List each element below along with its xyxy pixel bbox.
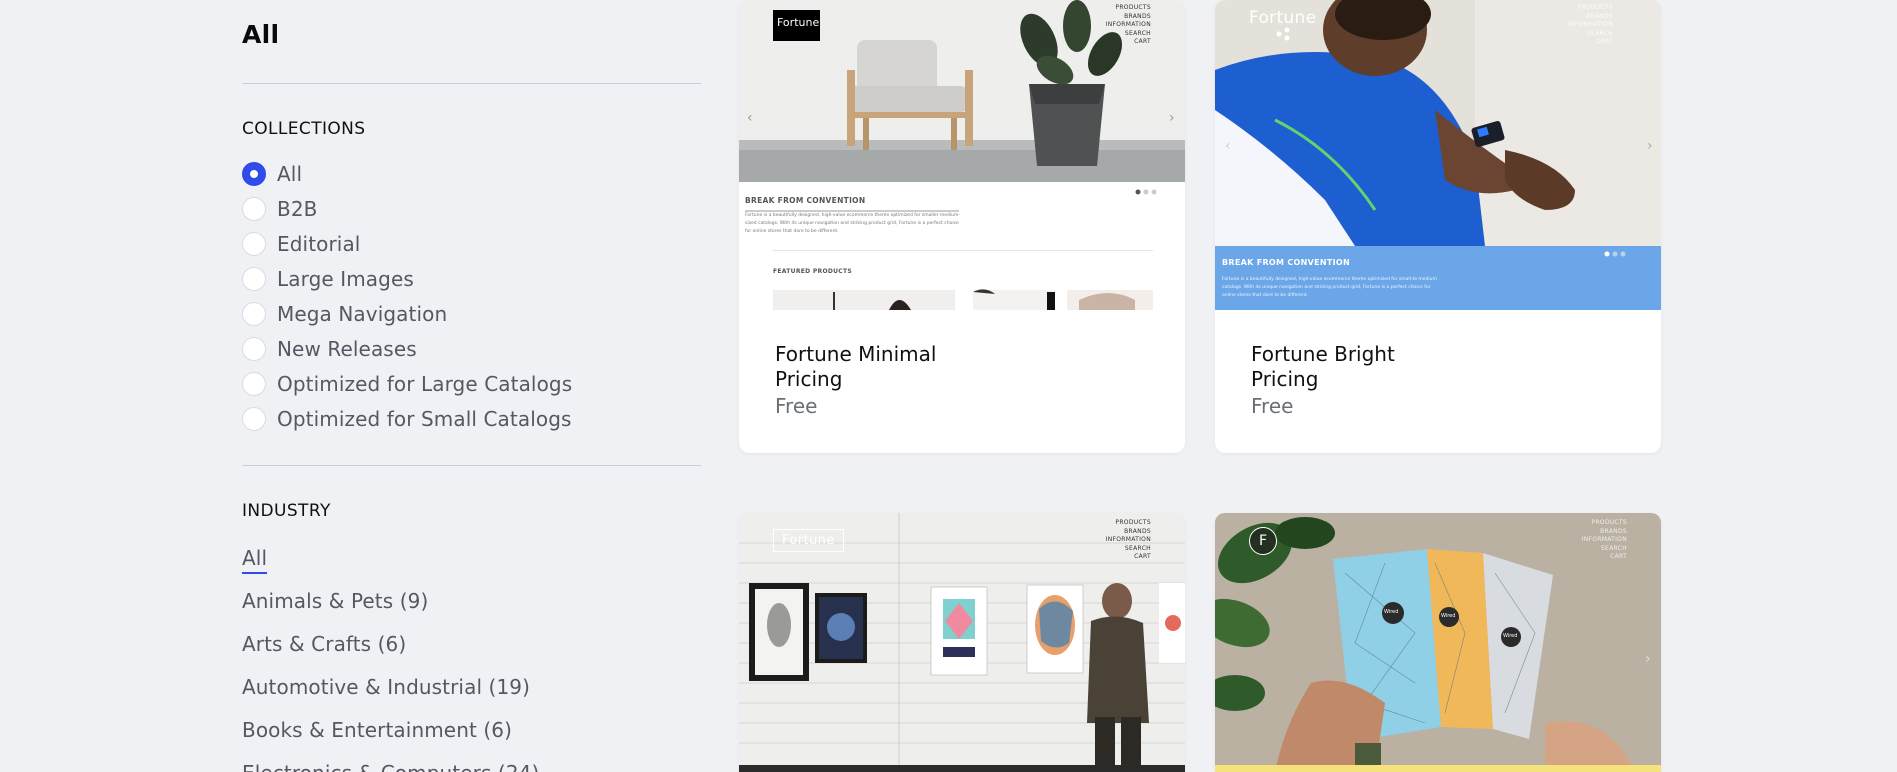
industry-item-automotive-industrial[interactable]: Automotive & Industrial (19) bbox=[242, 675, 539, 718]
preview-nav-item: PRODUCTS bbox=[1115, 519, 1151, 526]
preview-nav-item: INFORMATION bbox=[1105, 21, 1151, 28]
theme-preview-image[interactable]: ‹ › Fortune PRODUCTS BRANDS INFORMATION … bbox=[1215, 0, 1661, 310]
collection-option-large-images[interactable]: Large Images bbox=[242, 261, 572, 296]
preview-nav-item: SEARCH bbox=[1600, 544, 1627, 552]
divider bbox=[242, 83, 701, 84]
radio-button[interactable] bbox=[242, 231, 266, 256]
industry-item-label: Automotive & Industrial (19) bbox=[242, 675, 531, 699]
theme-preview-image[interactable]: › F PRODUCTS BRANDS INFORMATION SEARCH C… bbox=[1215, 513, 1661, 772]
preview-logo: F bbox=[1249, 527, 1277, 555]
notebook-label: Wired bbox=[1384, 609, 1399, 615]
preview-headline: BREAK FROM CONVENTION bbox=[745, 196, 866, 205]
notebook-label: Wired bbox=[1441, 613, 1456, 619]
preview-logo: Fortune bbox=[773, 10, 820, 41]
theme-card-fortune-bright[interactable]: ‹ › Fortune PRODUCTS BRANDS INFORMATION … bbox=[1215, 0, 1661, 453]
radio-label: Editorial bbox=[277, 231, 361, 256]
preview-nav: PRODUCTS BRANDS INFORMATION SEARCH CART bbox=[1106, 4, 1151, 47]
preview-nav-item: BRANDS bbox=[1600, 527, 1627, 535]
theme-title[interactable]: Fortune Bright Pricing bbox=[1251, 342, 1451, 392]
preview-logo: Fortune bbox=[1249, 8, 1317, 28]
preview-nav-item: INFORMATION bbox=[1105, 536, 1151, 543]
preview-nav-item: BRANDS bbox=[1124, 12, 1151, 20]
preview-nav-item: SEARCH bbox=[1124, 544, 1151, 552]
industry-filter-list: All Animals & Pets (9) Arts & Crafts (6)… bbox=[242, 546, 539, 772]
preview-body-text: Fortune is a beautifully designed, high-… bbox=[1222, 277, 1437, 298]
preview-nav: PRODUCTS BRANDS INFORMATION SEARCH CART bbox=[1106, 519, 1151, 562]
preview-nav-item: CART bbox=[1134, 553, 1151, 560]
radio-label: Large Images bbox=[277, 266, 414, 291]
preview-nav-item: CART bbox=[1596, 38, 1613, 45]
theme-card-fortune-minimal[interactable]: ‹ › Fortune PRODUCTS BRANDS INFORMATION … bbox=[739, 0, 1185, 453]
preview-nav-item: PRODUCTS bbox=[1115, 4, 1151, 11]
preview-nav: PRODUCTS BRANDS INFORMATION SEARCH CART bbox=[1568, 4, 1613, 47]
radio-button[interactable] bbox=[242, 406, 266, 431]
radio-label: Mega Navigation bbox=[277, 301, 448, 326]
preview-logo: Fortune bbox=[773, 529, 844, 552]
collection-option-small-catalogs[interactable]: Optimized for Small Catalogs bbox=[242, 401, 572, 436]
collections-title: COLLECTIONS bbox=[242, 119, 366, 139]
collection-option-new-releases[interactable]: New Releases bbox=[242, 331, 572, 366]
radio-button[interactable] bbox=[242, 161, 266, 186]
theme-card-notebooks[interactable]: › F PRODUCTS BRANDS INFORMATION SEARCH C… bbox=[1215, 513, 1661, 772]
preview-nav-item: SEARCH bbox=[1586, 29, 1613, 37]
radio-button[interactable] bbox=[242, 301, 266, 326]
collections-radio-group: All B2B Editorial Large Images Mega Navi… bbox=[242, 156, 572, 436]
preview-nav-item: PRODUCTS bbox=[1591, 519, 1627, 526]
industry-item-all[interactable]: All bbox=[242, 546, 539, 589]
radio-label: B2B bbox=[277, 196, 318, 221]
preview-nav: PRODUCTS BRANDS INFORMATION SEARCH CART bbox=[1582, 519, 1627, 562]
theme-preview-image[interactable]: Fortune PRODUCTS BRANDS INFORMATION SEAR… bbox=[739, 513, 1185, 772]
preview-nav-item: INFORMATION bbox=[1567, 21, 1613, 28]
radio-button[interactable] bbox=[242, 266, 266, 291]
preview-nav-item: BRANDS bbox=[1586, 12, 1613, 20]
divider bbox=[242, 465, 701, 466]
theme-price: Free bbox=[1251, 394, 1294, 418]
radio-label: All bbox=[277, 161, 303, 186]
radio-button[interactable] bbox=[242, 371, 266, 396]
preview-nav-item: PRODUCTS bbox=[1577, 4, 1613, 11]
theme-price: Free bbox=[775, 394, 818, 418]
industry-item-label: Books & Entertainment (6) bbox=[242, 718, 513, 742]
collection-option-all[interactable]: All bbox=[242, 156, 572, 191]
theme-preview-image[interactable]: ‹ › Fortune PRODUCTS BRANDS INFORMATION … bbox=[739, 0, 1185, 310]
radio-label: Optimized for Small Catalogs bbox=[277, 406, 572, 431]
industry-item-label: All bbox=[242, 546, 268, 574]
svg-text:‹: ‹ bbox=[1225, 138, 1231, 154]
industry-item-arts-crafts[interactable]: Arts & Crafts (6) bbox=[242, 632, 539, 675]
preview-nav-item: CART bbox=[1134, 38, 1151, 45]
notebook-label: Wired bbox=[1503, 633, 1518, 639]
preview-section-title: FEATURED PRODUCTS bbox=[773, 268, 853, 275]
theme-title[interactable]: Fortune Minimal Pricing bbox=[775, 342, 975, 392]
industry-item-electronics-computers[interactable]: Electronics & Computers (24) bbox=[242, 761, 539, 772]
radio-label: Optimized for Large Catalogs bbox=[277, 371, 573, 396]
collection-option-editorial[interactable]: Editorial bbox=[242, 226, 572, 261]
collection-option-b2b[interactable]: B2B bbox=[242, 191, 572, 226]
svg-text:›: › bbox=[1645, 651, 1651, 667]
preview-headline: BREAK FROM CONVENTION bbox=[1222, 258, 1351, 267]
industry-item-animals-pets[interactable]: Animals & Pets (9) bbox=[242, 589, 539, 632]
page-title: All bbox=[242, 20, 280, 49]
industry-title: INDUSTRY bbox=[242, 501, 331, 521]
industry-item-label: Animals & Pets (9) bbox=[242, 589, 429, 613]
theme-browser-page: All COLLECTIONS All B2B Editorial Large … bbox=[0, 0, 1897, 772]
preview-nav-item: CART bbox=[1610, 553, 1627, 560]
preview-body-text: Fortune is a beautifully designed, high-… bbox=[745, 212, 961, 236]
collection-option-large-catalogs[interactable]: Optimized for Large Catalogs bbox=[242, 366, 572, 401]
radio-button[interactable] bbox=[242, 336, 266, 361]
preview-nav-item: BRANDS bbox=[1124, 527, 1151, 535]
preview-nav-item: INFORMATION bbox=[1581, 536, 1627, 543]
radio-button[interactable] bbox=[242, 196, 266, 221]
svg-text:›: › bbox=[1647, 138, 1653, 154]
svg-text:›: › bbox=[1169, 110, 1175, 126]
theme-card-gallery[interactable]: Fortune PRODUCTS BRANDS INFORMATION SEAR… bbox=[739, 513, 1185, 772]
radio-label: New Releases bbox=[277, 336, 417, 361]
preview-illustration: ‹ › bbox=[739, 0, 1185, 310]
collection-option-mega-navigation[interactable]: Mega Navigation bbox=[242, 296, 572, 331]
industry-item-books-entertainment[interactable]: Books & Entertainment (6) bbox=[242, 718, 539, 761]
industry-item-label: Arts & Crafts (6) bbox=[242, 632, 407, 656]
industry-item-label: Electronics & Computers (24) bbox=[242, 761, 539, 772]
preview-nav-item: SEARCH bbox=[1124, 29, 1151, 37]
svg-text:‹: ‹ bbox=[747, 110, 753, 126]
